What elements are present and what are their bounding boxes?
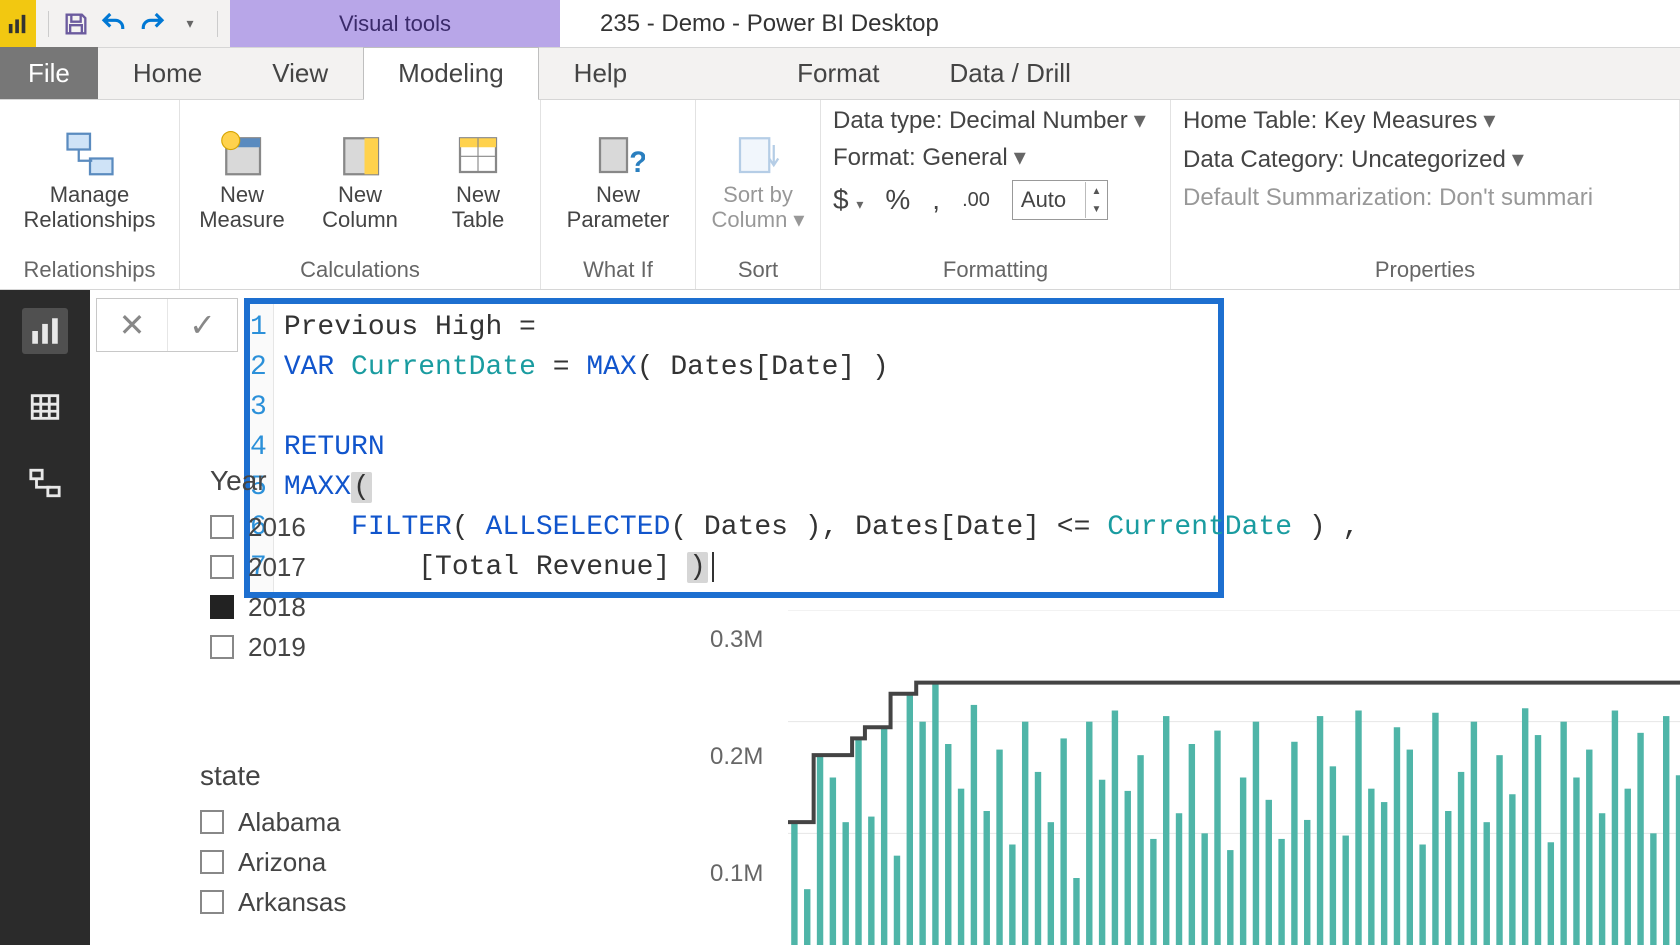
svg-text:?: ? <box>629 147 645 179</box>
year-option-2016[interactable]: 2016 <box>210 507 306 547</box>
document-title: 235 - Demo - Power BI Desktop <box>560 0 1680 47</box>
checkbox-icon[interactable] <box>200 810 224 834</box>
state-slicer-title: state <box>200 760 346 792</box>
y-tick-0_2m: 0.2M <box>710 743 763 771</box>
data-category-dropdown[interactable]: Data Category: Uncategorized ▾ <box>1183 145 1593 174</box>
ribbon-group-whatif: ? New Parameter What If <box>541 100 696 289</box>
ribbon-group-relationships: Manage Relationships Relationships <box>0 100 180 289</box>
checkbox-icon[interactable] <box>200 850 224 874</box>
group-label-relationships: Relationships <box>12 253 167 289</box>
currency-button[interactable]: $ ▾ <box>833 184 863 216</box>
state-option-alabama[interactable]: Alabama <box>200 802 346 842</box>
new-column-button[interactable]: New Column <box>310 127 410 231</box>
home-table-dropdown[interactable]: Home Table: Key Measures ▾ <box>1183 106 1593 135</box>
state-option-arizona[interactable]: Arizona <box>200 842 346 882</box>
view-tab[interactable]: View <box>237 47 363 99</box>
ribbon: Manage Relationships Relationships New M… <box>0 100 1680 290</box>
ribbon-group-sort: Sort by Column ▾ Sort <box>696 100 821 289</box>
data-view-button[interactable] <box>22 384 68 430</box>
help-tab[interactable]: Help <box>539 47 662 99</box>
checkbox-icon[interactable] <box>210 515 234 539</box>
title-bar: ▾ Visual tools 235 - Demo - Power BI Des… <box>0 0 1680 48</box>
new-measure-button[interactable]: New Measure <box>192 127 292 231</box>
data-drill-tab[interactable]: Data / Drill <box>915 47 1106 99</box>
format-dropdown[interactable]: Format: General▾ <box>833 143 1026 172</box>
percent-button[interactable]: % <box>885 184 910 216</box>
commit-formula-button[interactable]: ✓ <box>167 299 237 351</box>
model-view-button[interactable] <box>22 460 68 506</box>
year-slicer[interactable]: Year 2016201720182019 <box>210 465 306 667</box>
y-tick-0_3m: 0.3M <box>710 626 763 654</box>
year-option-2018[interactable]: 2018 <box>210 587 306 627</box>
manage-relationships-label: Manage Relationships <box>12 183 167 231</box>
powerbi-app-icon <box>0 0 36 48</box>
manage-relationships-button[interactable]: Manage Relationships <box>12 127 167 231</box>
data-type-dropdown[interactable]: Data type: Decimal Number▾ <box>833 106 1146 135</box>
contextual-tab-label: Visual tools <box>230 0 560 47</box>
checkbox-icon[interactable] <box>200 890 224 914</box>
checkbox-icon[interactable] <box>210 595 234 619</box>
decimal-places-icon: .00 <box>962 189 990 212</box>
cancel-formula-button[interactable]: ✕ <box>97 299 167 351</box>
report-view-button[interactable] <box>22 308 68 354</box>
format-tab[interactable]: Format <box>762 47 914 99</box>
year-option-2017[interactable]: 2017 <box>210 547 306 587</box>
modeling-tab[interactable]: Modeling <box>363 47 539 99</box>
checkbox-icon[interactable] <box>210 635 234 659</box>
sort-by-column-button: Sort by Column ▾ <box>708 127 808 231</box>
default-summarization-dropdown: Default Summarization: Don't summari <box>1183 184 1593 212</box>
home-tab[interactable]: Home <box>98 47 237 99</box>
state-option-arkansas[interactable]: Arkansas <box>200 882 346 922</box>
redo-button[interactable] <box>135 7 169 41</box>
chart-svg <box>788 610 1680 945</box>
decimal-places-spinner[interactable]: Auto ▲▼ <box>1012 180 1108 220</box>
year-slicer-title: Year <box>210 465 306 497</box>
formula-bar: ✕ ✓ 1 2 3 4 5 6 7 Previous High = VAR Cu… <box>96 298 1670 598</box>
state-slicer[interactable]: state AlabamaArizonaArkansas <box>200 760 346 922</box>
file-tab[interactable]: File <box>0 47 98 99</box>
ribbon-tabstrip: File Home View Modeling Help Format Data… <box>0 48 1680 100</box>
dax-editor[interactable]: 1 2 3 4 5 6 7 Previous High = VAR Curren… <box>244 298 1224 598</box>
revenue-chart[interactable]: 0.3M 0.2M 0.1M <box>710 610 1680 945</box>
ribbon-group-calculations: New Measure New Column New Table Calcula… <box>180 100 541 289</box>
save-button[interactable] <box>59 7 93 41</box>
ribbon-group-formatting: Data type: Decimal Number▾ Format: Gener… <box>821 100 1171 289</box>
undo-button[interactable] <box>97 7 131 41</box>
customize-qat-dropdown[interactable]: ▾ <box>173 7 207 41</box>
new-parameter-button[interactable]: ? New Parameter <box>553 127 683 231</box>
view-rail <box>0 290 90 945</box>
y-tick-0_1m: 0.1M <box>710 860 763 888</box>
dax-code[interactable]: Previous High = VAR CurrentDate = MAX( D… <box>274 304 1369 592</box>
quick-access-toolbar: ▾ <box>36 7 230 41</box>
report-canvas[interactable]: ✕ ✓ 1 2 3 4 5 6 7 Previous High = VAR Cu… <box>90 290 1680 945</box>
new-table-button[interactable]: New Table <box>428 127 528 231</box>
thousands-separator-button[interactable]: , <box>932 184 940 216</box>
year-option-2019[interactable]: 2019 <box>210 627 306 667</box>
checkbox-icon[interactable] <box>210 555 234 579</box>
ribbon-group-properties: Home Table: Key Measures ▾ Data Category… <box>1171 100 1680 289</box>
